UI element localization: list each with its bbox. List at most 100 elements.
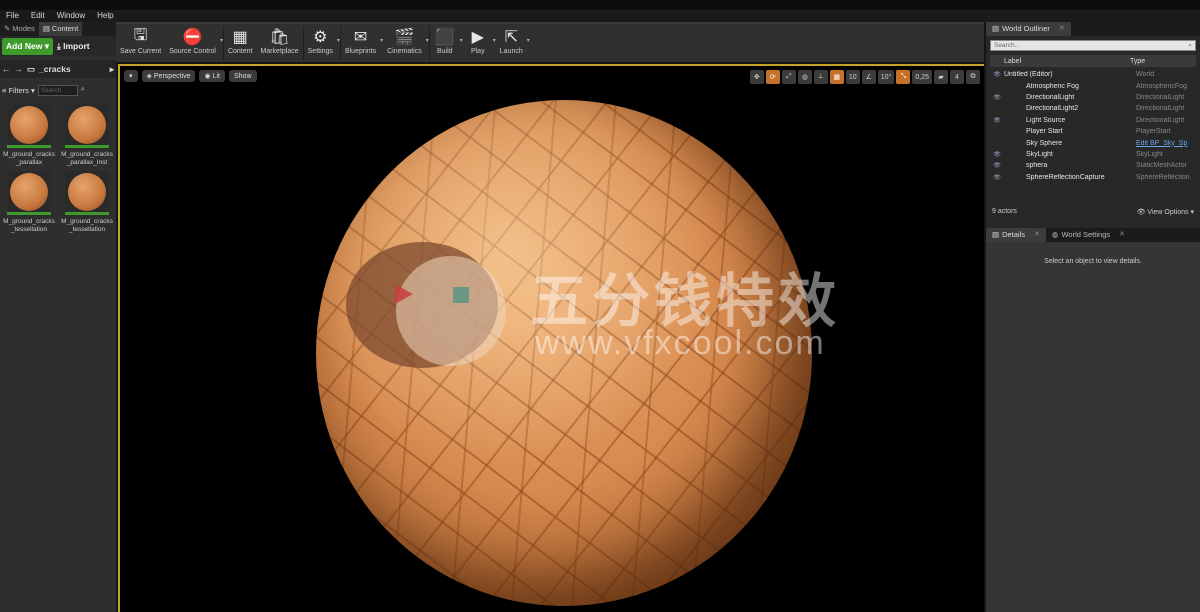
asset-name: M_ground_cracks_tessellation: [3, 218, 55, 233]
chevron-down-icon[interactable]: ▾: [527, 37, 530, 44]
asset-thumbnail: [65, 104, 109, 148]
menu-file[interactable]: File: [0, 10, 25, 22]
camera-speed-icon[interactable]: ▰: [934, 70, 948, 84]
menu-help[interactable]: Help: [91, 10, 119, 22]
outliner-row[interactable]: 👁 Light Source DirectionalLight: [990, 115, 1196, 126]
path-arrow-icon[interactable]: ▸: [110, 64, 114, 75]
actor-type: SkyLight: [1136, 150, 1163, 158]
grid-snap-icon[interactable]: ▦: [829, 70, 844, 84]
main-toolbar: 🖫 Save Current ⛔ Source Control ▾ ▦ Content…: [116, 22, 984, 62]
play-button[interactable]: ▶ Play: [463, 24, 493, 57]
asset-tile[interactable]: M_ground_cracks_tessellation: [60, 171, 114, 234]
tab-world-outliner[interactable]: ▤ World Outliner ✕: [986, 22, 1071, 36]
visibility-eye-icon[interactable]: 👁: [990, 117, 1004, 124]
camera-speed-value[interactable]: 4: [950, 70, 964, 84]
visibility-eye-icon[interactable]: 👁: [990, 94, 1004, 101]
actor-label: DirectionalLight: [1026, 93, 1075, 101]
asset-tile[interactable]: M_ground_cracks_tessellation: [2, 171, 56, 234]
add-import-row: Add New ▾ ⤓ Import: [0, 36, 116, 56]
view-options-button[interactable]: 👁 View Options ▾: [1137, 208, 1194, 216]
outliner-search-placeholder: Search...: [994, 42, 1021, 49]
asset-search-input[interactable]: Search: [37, 84, 78, 96]
title-strip: [0, 0, 1200, 10]
close-icon[interactable]: ✕: [1034, 228, 1040, 242]
scale-icon[interactable]: ⤢: [781, 70, 796, 84]
menu-window[interactable]: Window: [51, 10, 91, 22]
add-new-button[interactable]: Add New ▾: [2, 37, 54, 55]
blueprints-button[interactable]: ✉ Blueprints: [341, 24, 380, 57]
right-panel: ▤ World Outliner ✕ Search... ⌕ Label Type 👁…: [986, 22, 1200, 612]
asset-tile[interactable]: M_ground_cracks_parallax_Inst: [60, 104, 114, 167]
visibility-eye-icon[interactable]: 👁: [990, 151, 1004, 158]
scale-snap-icon[interactable]: ⤡: [896, 70, 911, 84]
outliner-row[interactable]: Player Start PlayerStart: [990, 126, 1196, 137]
world-local-icon[interactable]: ◍: [797, 70, 812, 84]
rotation-snap-value[interactable]: 10°: [877, 70, 895, 84]
cinematics-button[interactable]: 🎬 Cinematics: [383, 24, 426, 57]
actor-label: SphereReflectionCapture: [1026, 173, 1105, 181]
folder-icon: ▭: [27, 63, 36, 74]
launch-label: Launch: [499, 48, 523, 55]
path-breadcrumb[interactable]: _cracks: [39, 64, 71, 74]
filters-button[interactable]: ≡ Filters ▾: [2, 86, 35, 95]
perspective-label: Perspective: [153, 72, 191, 80]
scale-snap-value[interactable]: 0,25: [912, 70, 932, 84]
outliner-row[interactable]: Sky Sphere Edit BP_Sky_Sp: [990, 137, 1196, 148]
import-button[interactable]: ⤓ Import: [57, 41, 90, 52]
marketplace-button[interactable]: 🛍 Marketplace: [257, 24, 303, 57]
show-button[interactable]: Show: [229, 70, 257, 82]
close-icon[interactable]: ✕: [1059, 22, 1065, 36]
visibility-eye-icon[interactable]: 👁: [990, 162, 1004, 169]
outliner-search-input[interactable]: Search... ⌕: [990, 40, 1196, 51]
viewport-options-button[interactable]: ▾: [124, 70, 138, 82]
asset-tile[interactable]: M_ground_cracks_parallax: [2, 104, 56, 167]
source-control-button[interactable]: ⛔ Source Control: [165, 24, 220, 57]
rotate-icon[interactable]: ⟳: [765, 70, 780, 84]
back-icon[interactable]: ←: [2, 64, 11, 74]
asset-thumbnail: [7, 171, 51, 215]
perspective-button[interactable]: ◈ Perspective: [141, 70, 196, 82]
menu-edit[interactable]: Edit: [25, 10, 51, 22]
level-viewport[interactable]: ▾ ◈ Perspective ◉ Lit Show ✥ ⟳ ⤢ ◍ ⟂ ▦ 10 …: [118, 64, 984, 612]
outliner-row[interactable]: 👁 SphereReflectionCapture SphereReflection: [990, 172, 1196, 183]
close-icon[interactable]: ✕: [1119, 228, 1125, 242]
tab-world-settings[interactable]: ◍ World Settings ✕: [1046, 228, 1131, 242]
label-column-header[interactable]: Label: [990, 58, 1130, 65]
outliner-row[interactable]: DirectionalLight2 DirectionalLight: [990, 103, 1196, 114]
settings-button[interactable]: ⚙ Settings: [304, 24, 337, 57]
save-current-button[interactable]: 🖫 Save Current: [116, 24, 165, 57]
type-column-header[interactable]: Type: [1130, 58, 1145, 65]
outliner-row[interactable]: 👁 sphera StaticMeshActor: [990, 160, 1196, 171]
actor-type: DirectionalLight: [1136, 93, 1185, 101]
surface-snap-icon[interactable]: ⟂: [813, 70, 828, 84]
content-label: Content: [227, 48, 253, 55]
viewport-toolbar-right: ✥ ⟳ ⤢ ◍ ⟂ ▦ 10 ∠ 10° ⤡ 0,25 ▰ 4 ⧉: [749, 70, 980, 84]
world-settings-label: World Settings: [1061, 230, 1111, 239]
outliner-row[interactable]: 👁 Untitled (Editor) World: [990, 69, 1196, 80]
edit-blueprint-link[interactable]: Edit BP_Sky_Sp: [1136, 140, 1194, 147]
grid-snap-value[interactable]: 10: [845, 70, 860, 84]
lit-button[interactable]: ◉ Lit: [199, 70, 225, 82]
visibility-eye-icon[interactable]: 👁: [990, 174, 1004, 181]
outliner-row[interactable]: 👁 SkyLight SkyLight: [990, 149, 1196, 160]
build-button[interactable]: ⬛ Build: [430, 24, 460, 57]
tab-details[interactable]: ▤ Details ✕: [986, 228, 1046, 242]
content-button[interactable]: ▦ Content: [224, 24, 257, 57]
rotation-snap-icon[interactable]: ∠: [861, 70, 876, 84]
outliner-row[interactable]: Atmospheric Fog AtmosphericFog: [990, 80, 1196, 91]
launch-icon: ⇱: [504, 29, 518, 46]
translate-icon[interactable]: ✥: [749, 70, 764, 84]
tab-modes[interactable]: ✎ Modes: [0, 22, 39, 36]
forward-icon[interactable]: →: [15, 64, 24, 74]
visibility-eye-icon[interactable]: 👁: [990, 71, 1004, 78]
play-label: Play: [470, 48, 485, 55]
actor-type: SphereReflection: [1136, 173, 1190, 181]
watermark-play-icon: [395, 284, 413, 304]
maximize-viewport-icon[interactable]: ⧉: [966, 70, 980, 84]
outliner-row[interactable]: 👁 DirectionalLight DirectionalLight: [990, 92, 1196, 103]
tab-content[interactable]: ▤ Content: [38, 22, 83, 36]
outliner-list: 👁 Untitled (Editor) World Atmospheric Fog A…: [986, 69, 1200, 183]
launch-button[interactable]: ⇱ Launch: [496, 24, 527, 57]
search-icon: ⌕: [1188, 42, 1192, 49]
folder-icon: ▤: [42, 24, 50, 33]
